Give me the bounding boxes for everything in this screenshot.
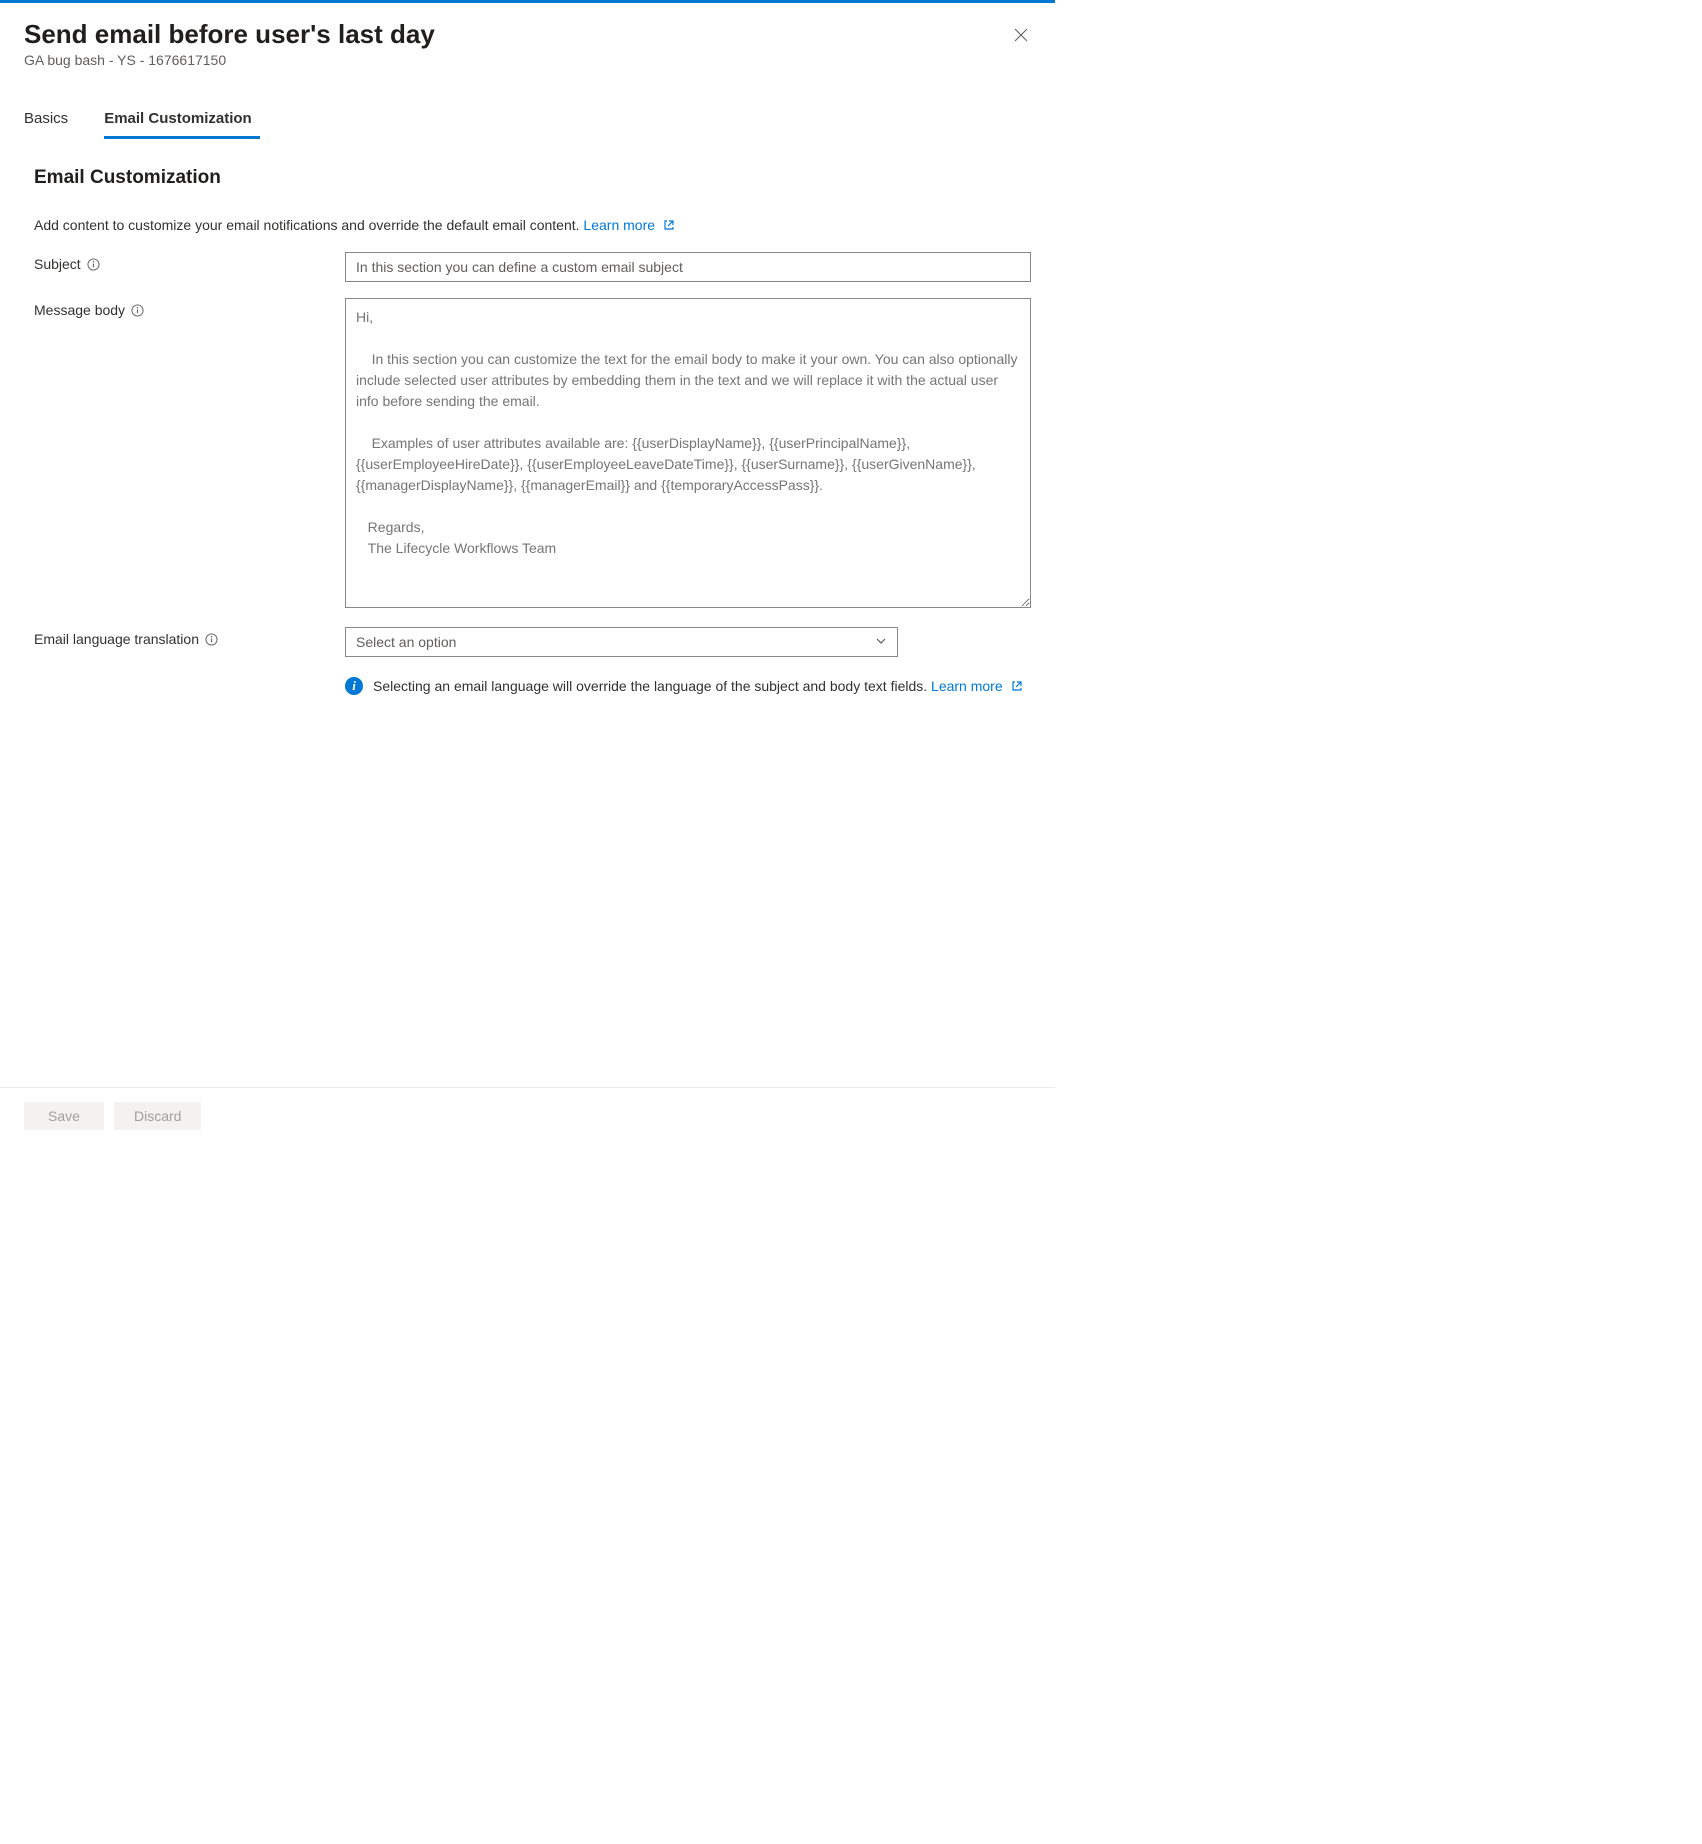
external-link-icon	[663, 218, 675, 234]
info-badge-icon: i	[345, 677, 363, 695]
panel: Send email before user's last day GA bug…	[0, 3, 1055, 1144]
description-text: Add content to customize your email noti…	[34, 217, 580, 233]
subject-input[interactable]	[345, 252, 1031, 282]
panel-header: Send email before user's last day GA bug…	[0, 3, 1055, 76]
language-learn-more-label: Learn more	[931, 678, 1003, 694]
tabs: Basics Email Customization	[0, 100, 1055, 137]
section-title: Email Customization	[34, 167, 1031, 189]
message-body-label-wrap: Message body	[34, 298, 345, 318]
message-body-row: Message body	[34, 298, 1031, 611]
language-label-wrap: Email language translation	[34, 627, 345, 647]
language-info-text: Selecting an email language will overrid…	[373, 678, 927, 694]
subject-row: Subject	[34, 252, 1031, 282]
chevron-down-icon	[875, 634, 887, 650]
language-learn-more-link[interactable]: Learn more	[931, 678, 1022, 694]
learn-more-link[interactable]: Learn more	[583, 217, 674, 233]
learn-more-label: Learn more	[583, 217, 655, 233]
save-button[interactable]: Save	[24, 1102, 104, 1130]
close-button[interactable]	[1011, 25, 1031, 45]
subject-label: Subject	[34, 256, 81, 272]
language-info-text-wrap: Selecting an email language will overrid…	[373, 675, 1031, 698]
message-body-label: Message body	[34, 302, 125, 318]
info-icon[interactable]	[87, 258, 100, 271]
language-select[interactable]: Select an option	[345, 627, 898, 657]
language-info-message: i Selecting an email language will overr…	[345, 675, 1031, 698]
message-body-textarea[interactable]	[345, 298, 1031, 608]
language-select-value: Select an option	[356, 634, 456, 650]
tab-basics[interactable]: Basics	[24, 100, 76, 137]
close-icon	[1014, 28, 1028, 42]
info-icon[interactable]	[131, 304, 144, 317]
message-body-field	[345, 298, 1031, 611]
language-row: Email language translation Select an opt…	[34, 627, 1031, 698]
section-description: Add content to customize your email noti…	[34, 217, 1031, 234]
tab-email-customization[interactable]: Email Customization	[104, 100, 260, 137]
language-label: Email language translation	[34, 631, 199, 647]
discard-button[interactable]: Discard	[114, 1102, 201, 1130]
subject-label-wrap: Subject	[34, 252, 345, 272]
content-area: Email Customization Add content to custo…	[0, 137, 1055, 1087]
language-field: Select an option i Selecting an email la…	[345, 627, 1031, 698]
info-icon[interactable]	[205, 633, 218, 646]
external-link-icon	[1011, 676, 1023, 698]
page-title: Send email before user's last day	[24, 19, 1031, 50]
subject-field	[345, 252, 1031, 282]
page-subtitle: GA bug bash - YS - 1676617150	[24, 52, 1031, 68]
panel-footer: Save Discard	[0, 1087, 1055, 1144]
